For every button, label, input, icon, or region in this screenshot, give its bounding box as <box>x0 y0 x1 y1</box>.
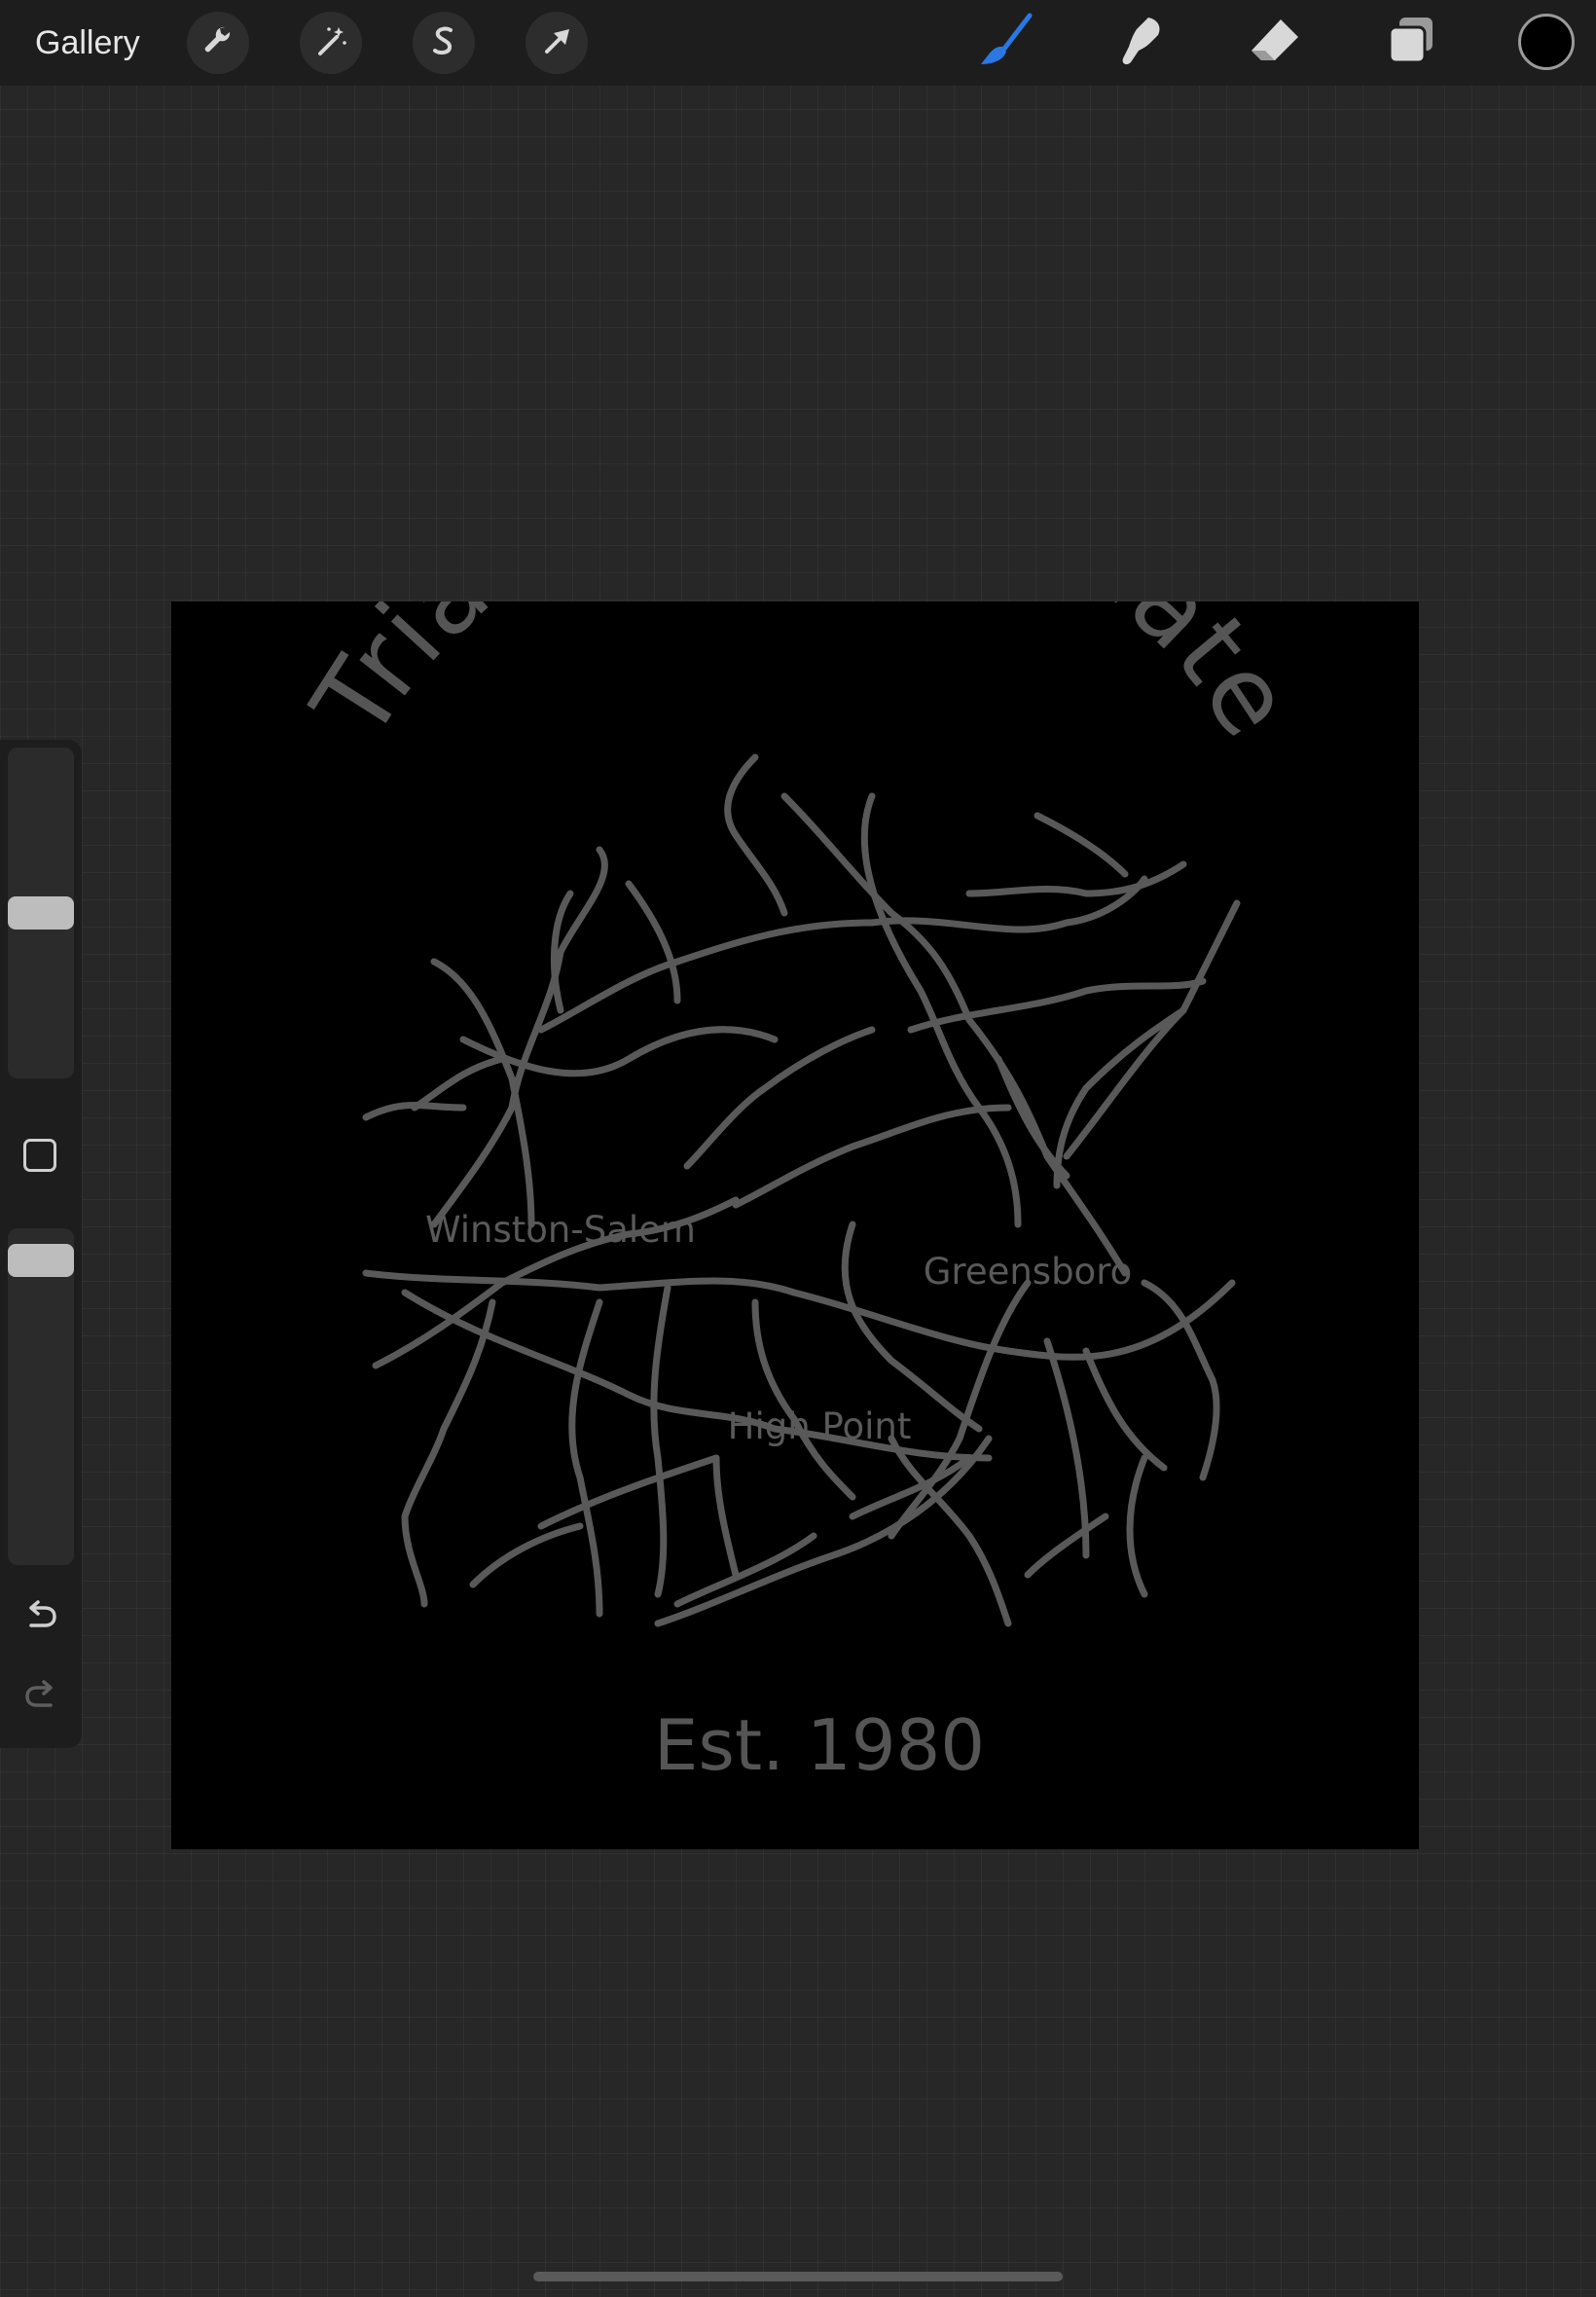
road-map <box>362 753 1241 1627</box>
procreate-app: Gallery Tri ate Winston-Salem Greensboro… <box>0 0 1596 2297</box>
brush-size-slider-thumb[interactable] <box>8 896 74 930</box>
arrow-cursor-icon <box>537 21 576 65</box>
wrench-icon <box>199 21 237 65</box>
layers-icon <box>1384 14 1438 73</box>
undo-icon <box>21 1596 60 1640</box>
layers-button[interactable] <box>1380 12 1442 74</box>
selection-s-icon <box>424 21 463 65</box>
brush-icon <box>977 12 1035 75</box>
selection-button[interactable] <box>413 12 475 74</box>
smudge-icon <box>1113 14 1168 73</box>
eraser-button[interactable] <box>1244 12 1306 74</box>
adjustments-button[interactable] <box>300 12 362 74</box>
smudge-button[interactable] <box>1109 12 1172 74</box>
brush-opacity-slider-thumb[interactable] <box>8 1243 74 1277</box>
eraser-icon <box>1248 14 1302 73</box>
established-label: Est. 1980 <box>654 1704 985 1786</box>
undo-button[interactable] <box>19 1596 62 1639</box>
redo-button[interactable] <box>19 1676 62 1719</box>
modify-button[interactable] <box>23 1139 56 1172</box>
redo-icon <box>21 1676 60 1720</box>
city-label-high-point: High Point <box>728 1405 912 1447</box>
left-sidebar <box>0 740 82 1748</box>
city-label-winston-salem: Winston-Salem <box>425 1209 696 1251</box>
color-picker-button[interactable] <box>1518 14 1575 70</box>
magic-wand-icon <box>311 21 350 65</box>
artwork: Triad Area Ultimate <box>290 602 1318 1786</box>
brush-button[interactable] <box>975 12 1037 74</box>
drawing-canvas[interactable]: Triad Area Ultimate <box>171 602 1419 1849</box>
home-indicator[interactable] <box>533 2272 1063 2281</box>
city-label-greensboro: Greensboro <box>924 1251 1132 1293</box>
transform-button[interactable] <box>526 12 588 74</box>
brush-size-slider[interactable] <box>8 747 74 1078</box>
actions-button[interactable] <box>187 12 249 74</box>
top-toolbar: Gallery <box>0 0 1596 86</box>
brush-opacity-slider[interactable] <box>8 1228 74 1565</box>
gallery-button[interactable]: Gallery <box>35 21 140 64</box>
artwork-title: Triad Area Ultimate <box>290 602 1318 760</box>
